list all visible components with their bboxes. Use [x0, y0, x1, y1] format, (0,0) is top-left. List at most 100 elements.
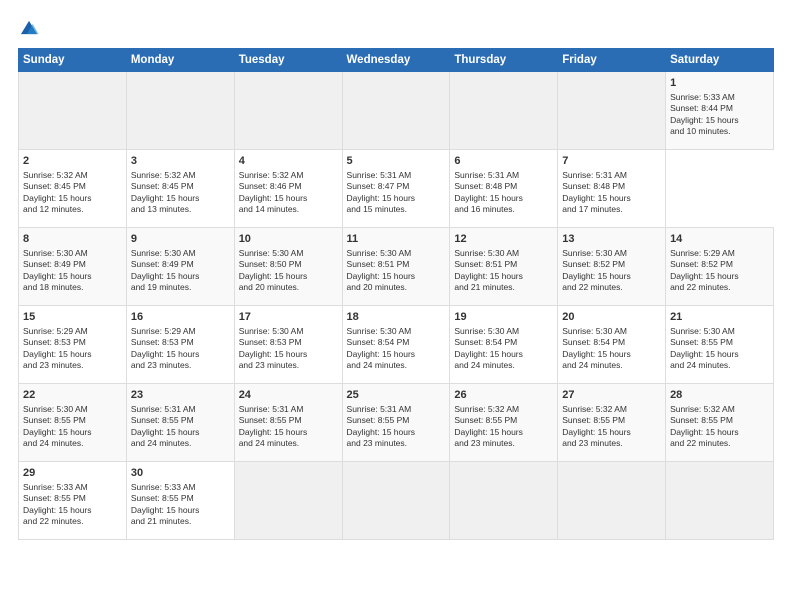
day-info: and 21 minutes. [454, 282, 514, 292]
day-info: Sunset: 8:55 PM [454, 415, 517, 425]
day-info: Daylight: 15 hours [670, 349, 739, 359]
day-info: Sunset: 8:47 PM [347, 181, 410, 191]
day-info: Daylight: 15 hours [347, 349, 416, 359]
day-info: and 24 minutes. [239, 438, 299, 448]
day-info: Sunset: 8:53 PM [131, 337, 194, 347]
day-info: and 19 minutes. [131, 282, 191, 292]
calendar-week-4: 15Sunrise: 5:29 AMSunset: 8:53 PMDayligh… [19, 306, 774, 384]
day-info: and 23 minutes. [23, 360, 83, 370]
day-info: and 23 minutes. [347, 438, 407, 448]
calendar-cell: 11Sunrise: 5:30 AMSunset: 8:51 PMDayligh… [342, 228, 450, 306]
day-number: 30 [131, 466, 230, 481]
day-number: 9 [131, 232, 230, 247]
day-number: 20 [562, 310, 661, 325]
calendar-cell [450, 72, 558, 150]
day-info: Sunrise: 5:30 AM [454, 248, 519, 258]
day-info: and 22 minutes. [23, 516, 83, 526]
day-info: Daylight: 15 hours [239, 427, 308, 437]
day-number: 1 [670, 76, 769, 91]
day-info: Sunset: 8:49 PM [131, 259, 194, 269]
day-info: and 12 minutes. [23, 204, 83, 214]
header-row: SundayMondayTuesdayWednesdayThursdayFrid… [19, 49, 774, 72]
day-info: Daylight: 15 hours [562, 193, 631, 203]
day-info: Daylight: 15 hours [131, 505, 200, 515]
day-info: and 13 minutes. [131, 204, 191, 214]
calendar-cell: 16Sunrise: 5:29 AMSunset: 8:53 PMDayligh… [126, 306, 234, 384]
day-info: Daylight: 15 hours [347, 271, 416, 281]
day-info: and 22 minutes. [562, 282, 622, 292]
day-info: Daylight: 15 hours [131, 271, 200, 281]
day-number: 29 [23, 466, 122, 481]
calendar-week-3: 8Sunrise: 5:30 AMSunset: 8:49 PMDaylight… [19, 228, 774, 306]
day-info: Sunset: 8:55 PM [239, 415, 302, 425]
calendar-cell: 3Sunrise: 5:32 AMSunset: 8:45 PMDaylight… [126, 150, 234, 228]
day-info: Sunrise: 5:32 AM [23, 170, 88, 180]
day-info: Daylight: 15 hours [347, 193, 416, 203]
day-info: Sunset: 8:53 PM [23, 337, 86, 347]
day-number: 12 [454, 232, 553, 247]
day-info: Sunrise: 5:31 AM [347, 170, 412, 180]
day-info: Sunset: 8:45 PM [131, 181, 194, 191]
day-number: 21 [670, 310, 769, 325]
day-number: 7 [562, 154, 661, 169]
day-info: Daylight: 15 hours [239, 349, 308, 359]
day-info: Sunrise: 5:30 AM [670, 326, 735, 336]
day-info: Sunrise: 5:30 AM [131, 248, 196, 258]
day-info: Daylight: 15 hours [670, 115, 739, 125]
day-info: Sunset: 8:46 PM [239, 181, 302, 191]
day-number: 5 [347, 154, 446, 169]
day-info: Sunrise: 5:31 AM [131, 404, 196, 414]
day-info: Sunrise: 5:31 AM [347, 404, 412, 414]
day-info: Sunset: 8:54 PM [562, 337, 625, 347]
day-info: Sunrise: 5:33 AM [23, 482, 88, 492]
calendar-cell [342, 72, 450, 150]
header-cell-saturday: Saturday [666, 49, 774, 72]
day-info: Daylight: 15 hours [562, 349, 631, 359]
day-info: Sunset: 8:55 PM [347, 415, 410, 425]
calendar-cell [558, 462, 666, 540]
day-info: Sunset: 8:55 PM [670, 337, 733, 347]
day-info: Sunrise: 5:32 AM [670, 404, 735, 414]
day-info: and 24 minutes. [670, 360, 730, 370]
day-info: Daylight: 15 hours [131, 193, 200, 203]
calendar-page: SundayMondayTuesdayWednesdayThursdayFrid… [0, 0, 792, 612]
calendar-week-5: 22Sunrise: 5:30 AMSunset: 8:55 PMDayligh… [19, 384, 774, 462]
day-info: and 24 minutes. [454, 360, 514, 370]
day-number: 2 [23, 154, 122, 169]
calendar-table: SundayMondayTuesdayWednesdayThursdayFrid… [18, 48, 774, 540]
day-info: Sunset: 8:55 PM [670, 415, 733, 425]
day-info: and 24 minutes. [347, 360, 407, 370]
calendar-cell: 29Sunrise: 5:33 AMSunset: 8:55 PMDayligh… [19, 462, 127, 540]
day-info: Daylight: 15 hours [131, 349, 200, 359]
calendar-cell [450, 462, 558, 540]
day-number: 27 [562, 388, 661, 403]
calendar-cell: 21Sunrise: 5:30 AMSunset: 8:55 PM Dayligh… [666, 306, 774, 384]
day-info: Sunrise: 5:30 AM [23, 248, 88, 258]
day-info: and 22 minutes. [670, 282, 730, 292]
calendar-cell [234, 462, 342, 540]
day-number: 6 [454, 154, 553, 169]
day-info: and 23 minutes. [454, 438, 514, 448]
day-info: Daylight: 15 hours [670, 271, 739, 281]
day-info: Sunrise: 5:31 AM [454, 170, 519, 180]
header-cell-thursday: Thursday [450, 49, 558, 72]
calendar-cell: 28Sunrise: 5:32 AMSunset: 8:55 PMDayligh… [666, 384, 774, 462]
logo-icon [18, 18, 40, 40]
calendar-cell: 26Sunrise: 5:32 AMSunset: 8:55 PMDayligh… [450, 384, 558, 462]
calendar-cell: 8Sunrise: 5:30 AMSunset: 8:49 PMDaylight… [19, 228, 127, 306]
day-info: Sunset: 8:55 PM [562, 415, 625, 425]
day-info: and 17 minutes. [562, 204, 622, 214]
day-info: Daylight: 15 hours [23, 193, 92, 203]
header-cell-tuesday: Tuesday [234, 49, 342, 72]
calendar-week-2: 2Sunrise: 5:32 AM Sunset: 8:45 PM Daylight… [19, 150, 774, 228]
calendar-cell: 10Sunrise: 5:30 AMSunset: 8:50 PMDayligh… [234, 228, 342, 306]
day-info: Sunrise: 5:30 AM [347, 248, 412, 258]
day-info: and 22 minutes. [670, 438, 730, 448]
day-info: Sunrise: 5:29 AM [23, 326, 88, 336]
day-info: Daylight: 15 hours [454, 349, 523, 359]
day-info: and 10 minutes. [670, 126, 730, 136]
header [18, 18, 774, 40]
day-info: and 24 minutes. [23, 438, 83, 448]
calendar-cell: 24Sunrise: 5:31 AMSunset: 8:55 PMDayligh… [234, 384, 342, 462]
day-info: Sunrise: 5:33 AM [131, 482, 196, 492]
